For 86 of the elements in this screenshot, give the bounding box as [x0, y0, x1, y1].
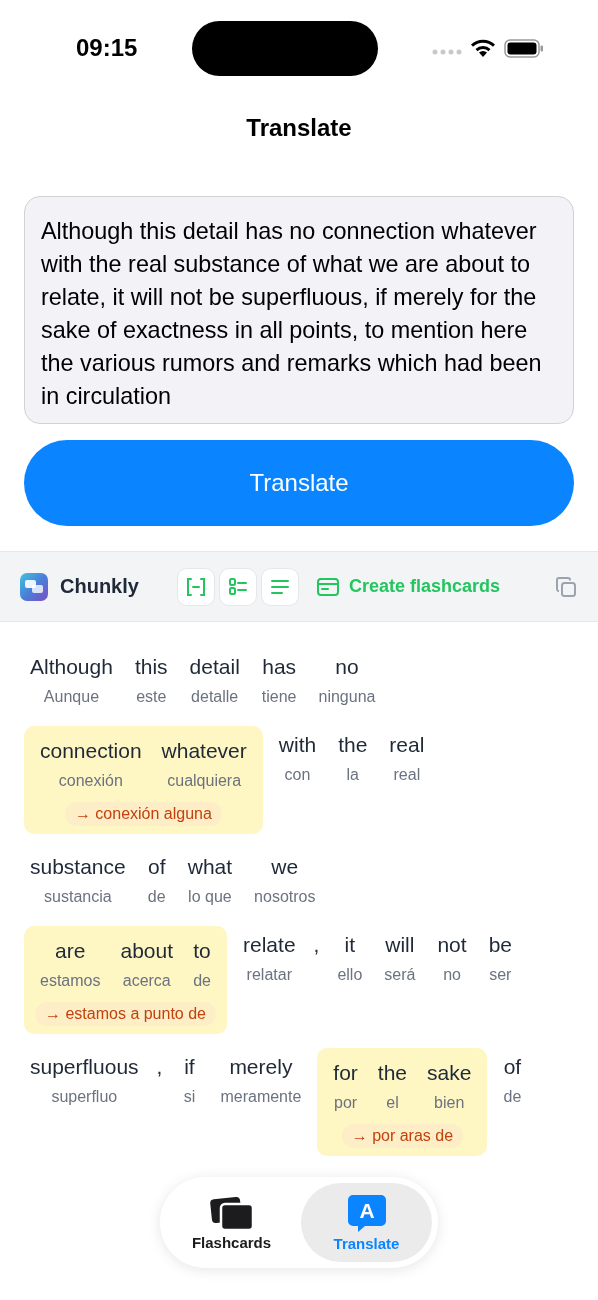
- word-text: merely: [229, 1054, 293, 1080]
- word-text: we: [271, 854, 299, 880]
- view-mode-button[interactable]: [176, 567, 215, 606]
- word-text: has: [262, 654, 297, 680]
- punctuation: ,: [156, 1054, 163, 1080]
- word-gloss: de: [193, 972, 211, 990]
- word-text: be: [488, 932, 512, 958]
- word-text: not: [437, 932, 467, 958]
- word-gloss: ser: [489, 966, 512, 984]
- phrase-highlight[interactable]: connection conexión whatever cualquiera → conexión alguna: [24, 726, 263, 834]
- word-text: it: [344, 932, 356, 958]
- word-gloss: lo que: [188, 888, 232, 906]
- word-text: will: [385, 932, 415, 958]
- word-text: substance: [30, 854, 126, 880]
- phrase-highlight[interactable]: for por the el sake bien → por aras de: [317, 1048, 488, 1156]
- word-gloss: ello: [337, 966, 363, 984]
- translate-button[interactable]: Translate: [24, 440, 574, 526]
- word-gloss: de: [503, 1088, 522, 1106]
- word-gloss: de: [147, 888, 166, 906]
- app-name: Chunkly: [60, 575, 139, 598]
- word-gloss: bien: [434, 1094, 465, 1112]
- word-gloss: superfluo: [51, 1088, 118, 1106]
- word-gloss: real: [393, 766, 421, 784]
- word-text: connection: [40, 738, 142, 764]
- word-text: about: [120, 938, 174, 964]
- word-text: real: [389, 732, 425, 758]
- word-gloss: relatar: [246, 966, 292, 984]
- word-gloss: la: [346, 766, 359, 784]
- word-gloss: estamos: [40, 972, 101, 990]
- word-text: this: [134, 654, 168, 680]
- view-mode-button[interactable]: [260, 567, 299, 606]
- phrase-translation: → por aras de: [341, 1124, 464, 1148]
- word-text: of: [503, 1054, 522, 1080]
- phrase-highlight[interactable]: are estamos about acerca to de → estamos a punto de: [24, 926, 228, 1034]
- copy-icon[interactable]: [554, 574, 578, 599]
- word-gloss: no: [443, 966, 461, 984]
- app-logo-icon: [20, 572, 48, 601]
- word-text: of: [147, 854, 166, 880]
- word-gloss: detalle: [191, 688, 239, 706]
- word-gloss: conexión: [58, 772, 123, 790]
- word-gloss: será: [384, 966, 416, 984]
- word-text: the: [338, 732, 368, 758]
- word-gloss: cualquiera: [167, 772, 242, 790]
- word-gloss: meramente: [220, 1088, 302, 1106]
- word-text: the: [377, 1060, 408, 1086]
- battery-icon: [504, 38, 544, 58]
- punctuation: ,: [313, 932, 320, 958]
- cards-icon: [208, 1194, 255, 1231]
- word-text: detail: [189, 654, 240, 680]
- phrase-translation: → conexión alguna: [64, 802, 222, 826]
- word-text: if: [184, 1054, 195, 1080]
- word-text: no: [335, 654, 359, 680]
- word-gloss: Aunque: [43, 688, 100, 706]
- view-mode-button[interactable]: [218, 567, 257, 606]
- word-text: superfluous: [30, 1054, 139, 1080]
- word-text: sake: [427, 1060, 472, 1086]
- word-gloss: ninguna: [318, 688, 376, 706]
- word-text: whatever: [161, 738, 247, 764]
- input-field[interactable]: Although this detail has no connection whatever with the real substance of what we are about to relate, it will not be superfluous, if merely for the sake of exactness in all points, to mention here the various rumors and remarks which had been in circulation: [24, 196, 574, 424]
- word-gloss: por: [334, 1094, 358, 1112]
- brackets-icon: [184, 575, 207, 598]
- word-gloss: este: [136, 688, 167, 706]
- page-title: Translate: [245, 113, 353, 143]
- word-text: Although: [30, 654, 113, 680]
- card-icon: [316, 577, 339, 596]
- word-gloss: acerca: [122, 972, 171, 990]
- word-text: for: [333, 1060, 358, 1086]
- word-text: with: [278, 732, 317, 758]
- word-gloss: si: [183, 1088, 196, 1106]
- word-text: are: [55, 938, 86, 964]
- word-gloss: sustancia: [44, 888, 112, 906]
- word-gloss: el: [386, 1094, 399, 1112]
- word-gloss: nosotros: [254, 888, 316, 906]
- word-text: what: [187, 854, 233, 880]
- list-icon: [226, 575, 249, 598]
- tab[interactable]: Flashcards: [166, 1183, 297, 1262]
- word-gloss: con: [284, 766, 311, 784]
- phrase-translation: → estamos a punto de: [35, 1002, 216, 1026]
- word-gloss: tiene: [261, 688, 297, 706]
- status-time: 09:15: [76, 34, 138, 62]
- word-text: to: [193, 938, 211, 964]
- speech-bubble-icon: A: [346, 1193, 387, 1232]
- signal-icon: [432, 49, 462, 55]
- word-text: relate: [243, 932, 296, 958]
- wifi-icon: [470, 38, 496, 58]
- tab[interactable]: A Translate: [301, 1183, 432, 1262]
